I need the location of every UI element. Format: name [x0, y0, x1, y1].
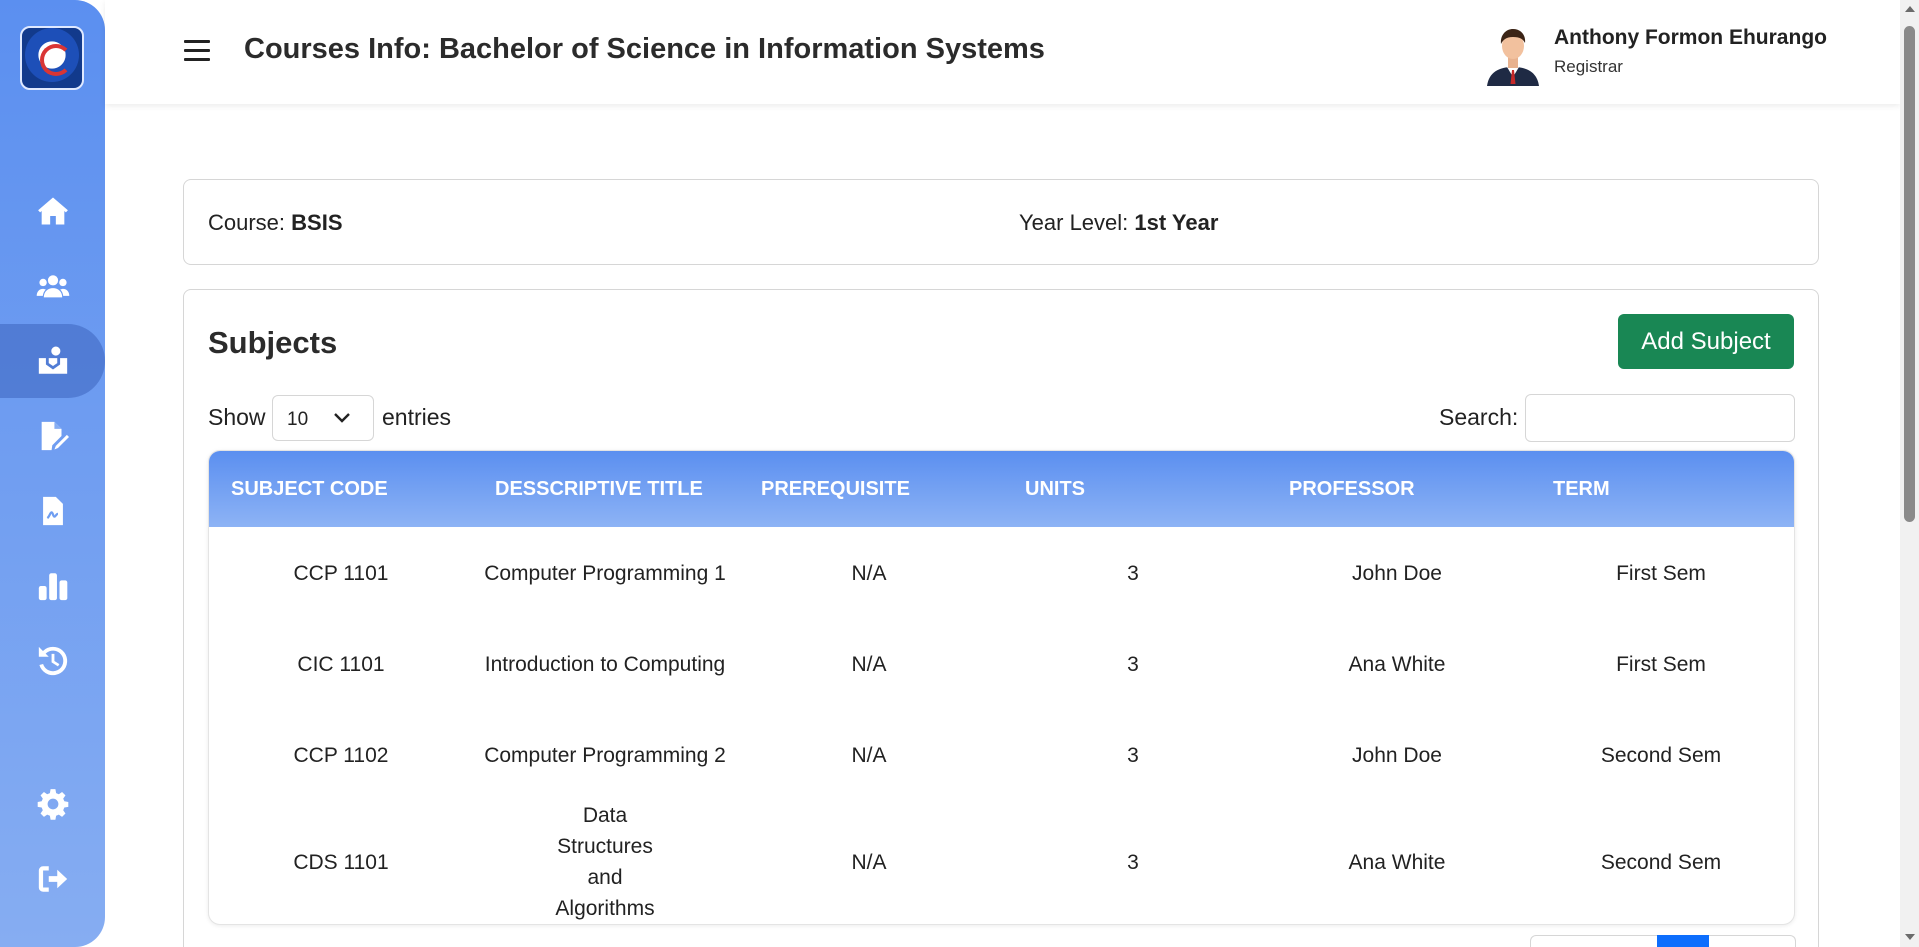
cell-term: First Sem	[1616, 653, 1706, 676]
bar-chart-icon	[38, 573, 67, 601]
cell-prerequisite: N/A	[851, 561, 887, 585]
user-name: Anthony Formon Ehurango	[1554, 26, 1827, 49]
course-info-card: Course: BSIS Year Level: 1st Year	[183, 179, 1819, 265]
sidebar-item-edit-records[interactable]	[0, 399, 105, 473]
history-icon	[38, 646, 67, 676]
sidebar-item-history[interactable]	[0, 624, 105, 698]
search-label: Search:	[1439, 404, 1519, 430]
sidebar-item-courses[interactable]	[0, 324, 105, 398]
course-label: Course:	[208, 210, 286, 235]
cell-prerequisite: N/A	[851, 850, 887, 874]
scrollbar-thumb[interactable]	[1904, 26, 1915, 522]
page-scrollbar[interactable]	[1900, 0, 1919, 947]
cell-prerequisite: N/A	[851, 653, 887, 676]
top-header: Courses Info: Bachelor of Science in Inf…	[105, 0, 1900, 104]
cell-subject-code: CDS 1101	[293, 850, 389, 874]
cell-units: 3	[1127, 653, 1139, 676]
table-header: SUBJECT CODE DESSCRIPTIVE TITLE PREREQUI…	[209, 451, 1794, 527]
column-header-term[interactable]: TERM	[1553, 478, 1610, 501]
cell-units: 3	[1127, 561, 1139, 585]
column-header-prerequisite[interactable]: PREREQUISITE	[761, 478, 910, 501]
cell-units: 3	[1127, 743, 1139, 767]
user-role: Registrar	[1554, 57, 1623, 76]
scroll-down-arrow-icon[interactable]	[1905, 934, 1915, 940]
page-title: Courses Info: Bachelor of Science in Inf…	[244, 33, 1045, 65]
cell-descriptive-title: Computer Programming 1	[484, 561, 726, 585]
subjects-heading: Subjects	[208, 325, 338, 360]
chevron-down-icon	[334, 413, 350, 423]
table-row[interactable]: CCP 1101 Computer Programming 1 N/A 3 Jo…	[209, 527, 1794, 619]
entries-label: entries	[382, 404, 452, 430]
cell-descriptive-title: Introduction to Computing	[484, 653, 726, 676]
sidebar-item-home[interactable]	[0, 174, 105, 248]
cell-term: Second Sem	[1600, 850, 1722, 874]
entries-select-value: 10	[287, 409, 309, 430]
search-input[interactable]	[1525, 394, 1795, 442]
cell-prerequisite: N/A	[851, 743, 887, 767]
logout-icon	[38, 866, 67, 892]
table-row[interactable]: CIC 1101 Introduction to Computing N/A 3…	[209, 619, 1794, 710]
report-document-icon	[42, 496, 63, 526]
sidebar-item-settings[interactable]	[0, 767, 105, 841]
cell-term: Second Sem	[1600, 743, 1722, 767]
home-icon	[37, 197, 68, 225]
cell-subject-code: CIC 1101	[297, 653, 385, 676]
sidebar-item-users[interactable]	[0, 249, 105, 323]
menu-toggle-icon[interactable]	[184, 40, 210, 62]
column-header-units[interactable]: UNITS	[1025, 478, 1085, 501]
school-logo	[20, 26, 84, 90]
cell-professor: John Doe	[1352, 743, 1442, 767]
table-row[interactable]: CDS 1101 Data Structures and Algorithms …	[209, 800, 1794, 924]
scroll-up-arrow-icon[interactable]	[1905, 6, 1915, 12]
year-level-label: Year Level:	[1019, 210, 1129, 235]
year-level-field: Year Level: 1st Year	[1019, 210, 1218, 236]
gear-icon	[37, 789, 68, 820]
edit-document-icon	[41, 421, 69, 451]
cell-descriptive-title: Data Structures and Algorithms	[555, 804, 655, 920]
column-header-descriptive-title[interactable]: DESSCRIPTIVE TITLE	[495, 478, 703, 501]
subjects-card: Subjects Add Subject Show 10 entries Sea…	[183, 289, 1819, 947]
cell-units: 3	[1127, 850, 1139, 874]
year-level-value: 1st Year	[1134, 210, 1219, 235]
pagination-active-page[interactable]	[1657, 935, 1709, 947]
course-reader-icon	[38, 346, 67, 374]
users-icon	[36, 275, 69, 298]
cell-professor: Ana White	[1348, 653, 1446, 676]
course-value: BSIS	[291, 210, 343, 235]
cell-subject-code: CCP 1102	[293, 743, 389, 767]
sidebar-item-reports[interactable]	[0, 474, 105, 548]
table-row[interactable]: CCP 1102 Computer Programming 2 N/A 3 Jo…	[209, 710, 1794, 800]
cell-term: First Sem	[1616, 561, 1706, 585]
cell-professor: Ana White	[1348, 850, 1446, 874]
sidebar-item-logout[interactable]	[0, 842, 105, 916]
show-label: Show	[208, 404, 266, 430]
entries-per-page-select[interactable]: 10	[272, 395, 374, 441]
column-header-professor[interactable]: PROFESSOR	[1289, 478, 1415, 501]
user-avatar[interactable]	[1483, 24, 1543, 86]
sidebar	[0, 0, 105, 947]
subjects-table: SUBJECT CODE DESSCRIPTIVE TITLE PREREQUI…	[208, 450, 1795, 925]
cell-descriptive-title: Computer Programming 2	[484, 743, 726, 767]
course-field: Course: BSIS	[208, 210, 343, 236]
cell-professor: John Doe	[1352, 561, 1442, 585]
column-header-subject-code[interactable]: SUBJECT CODE	[231, 478, 388, 501]
sidebar-item-statistics[interactable]	[0, 549, 105, 623]
cell-subject-code: CCP 1101	[293, 561, 389, 585]
add-subject-button[interactable]: Add Subject	[1618, 314, 1794, 369]
